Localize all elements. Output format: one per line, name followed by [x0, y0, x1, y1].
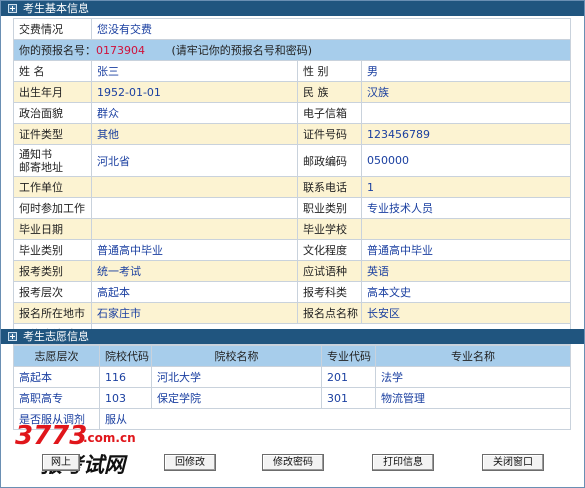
idno-value: 123456789 — [361, 123, 571, 145]
wish-school-code: 116 — [99, 366, 152, 388]
city-label: 报名所在地市 — [13, 302, 92, 324]
name-label: 姓 名 — [13, 60, 92, 82]
watermark-logo: 3773 .com.cn 报考试网 — [15, 421, 136, 477]
wish-major-code: 201 — [321, 366, 376, 388]
gender-label: 性 别 — [297, 60, 362, 82]
city-value: 石家庄市 — [91, 302, 298, 324]
zip-label: 邮政编码 — [297, 144, 362, 177]
wish-major-name: 物流管理 — [375, 387, 571, 409]
wish-row: 高起本 116 河北大学 201 法学 — [13, 366, 571, 388]
online-button[interactable]: 网上 — [42, 454, 80, 471]
wish-row: 高职高专 103 保定学院 301 物流管理 — [13, 387, 571, 409]
wish-header: 院校名称 — [151, 345, 322, 367]
wish-school-name: 保定学院 — [151, 387, 322, 409]
idno-label: 证件号码 — [297, 123, 362, 145]
phone-value: 1 — [361, 176, 571, 198]
site-value: 长安区 — [361, 302, 571, 324]
change-password-button[interactable]: 修改密码 — [262, 454, 324, 471]
wish-header: 专业名称 — [375, 345, 571, 367]
grad-type-label: 毕业类别 — [13, 239, 92, 261]
subject-label: 报考科类 — [297, 281, 362, 303]
grad-date-label: 毕业日期 — [13, 218, 92, 240]
wish-school-name: 河北大学 — [151, 366, 322, 388]
section-header-wish: 考生志愿信息 — [1, 329, 584, 344]
exam-type-label: 报考类别 — [13, 260, 92, 282]
section-title: 考生志愿信息 — [23, 330, 89, 343]
site-label: 报名点名称 — [297, 302, 362, 324]
fee-value: 您没有交费 — [91, 18, 571, 40]
birth-label: 出生年月 — [13, 81, 92, 103]
exam-type-value: 统一考试 — [91, 260, 298, 282]
name-value: 张三 — [91, 60, 298, 82]
section-title: 考生基本信息 — [23, 2, 89, 15]
print-info-button[interactable]: 打印信息 — [372, 454, 434, 471]
address-value: 河北省 — [91, 144, 298, 177]
wish-major-name: 法学 — [375, 366, 571, 388]
return-edit-button[interactable]: 回修改 — [164, 454, 216, 471]
level-label: 报考层次 — [13, 281, 92, 303]
lang-label: 应试语种 — [297, 260, 362, 282]
politics-value: 群众 — [91, 102, 298, 124]
email-value — [361, 102, 571, 124]
zip-value: 050000 — [361, 144, 571, 177]
wish-header: 志愿层次 — [13, 345, 100, 367]
reg-label: 你的预报名号： — [19, 44, 96, 57]
grad-date-value — [91, 218, 298, 240]
email-label: 电子信箱 — [297, 102, 362, 124]
close-window-button[interactable]: 关闭窗口 — [482, 454, 544, 471]
wish-header: 专业代码 — [321, 345, 376, 367]
wish-school-code: 103 — [99, 387, 152, 409]
work-label: 工作单位 — [13, 176, 92, 198]
address-label-line1: 通知书 — [19, 147, 52, 161]
idtype-value: 其他 — [91, 123, 298, 145]
birth-value: 1952-01-01 — [91, 81, 298, 103]
phone-label: 联系电话 — [297, 176, 362, 198]
start-work-value — [91, 197, 298, 219]
wish-table: 志愿层次 院校代码 院校名称 专业代码 专业名称 高起本 116 河北大学 20… — [13, 345, 571, 430]
edu-label: 文化程度 — [297, 239, 362, 261]
ethnic-value: 汉族 — [361, 81, 571, 103]
wish-major-code: 301 — [321, 387, 376, 409]
address-label: 通知书 邮寄地址 — [13, 144, 92, 177]
fee-label: 交费情况 — [13, 18, 92, 40]
watermark-number: 3773 — [15, 421, 87, 451]
grad-type-value: 普通高中毕业 — [91, 239, 298, 261]
collapse-icon[interactable] — [8, 332, 17, 341]
collapse-icon[interactable] — [8, 4, 17, 13]
ethnic-label: 民 族 — [297, 81, 362, 103]
job-label: 职业类别 — [297, 197, 362, 219]
reg-row: 你的预报名号：0173904 (请牢记你的预报名号和密码) — [13, 39, 571, 61]
work-value — [91, 176, 298, 198]
subject-value: 高本文史 — [361, 281, 571, 303]
watermark-domain: .com.cn — [83, 431, 136, 445]
reg-number: 0173904 — [96, 44, 145, 57]
wish-level: 高起本 — [13, 366, 100, 388]
school-label: 毕业学校 — [297, 218, 362, 240]
school-value — [361, 218, 571, 240]
start-work-label: 何时参加工作 — [13, 197, 92, 219]
wish-level: 高职高专 — [13, 387, 100, 409]
gender-value: 男 — [361, 60, 571, 82]
level-value: 高起本 — [91, 281, 298, 303]
idtype-label: 证件类型 — [13, 123, 92, 145]
politics-label: 政治面貌 — [13, 102, 92, 124]
address-label-line2: 邮寄地址 — [19, 160, 63, 174]
section-header-basic: 考生基本信息 — [1, 1, 584, 16]
edu-value: 普通高中毕业 — [361, 239, 571, 261]
wish-header: 院校代码 — [99, 345, 152, 367]
job-value: 专业技术人员 — [361, 197, 571, 219]
basic-info-table: 交费情况 您没有交费 你的预报名号：0173904 (请牢记你的预报名号和密码)… — [13, 18, 571, 345]
lang-value: 英语 — [361, 260, 571, 282]
reg-note: (请牢记你的预报名号和密码) — [171, 44, 313, 57]
